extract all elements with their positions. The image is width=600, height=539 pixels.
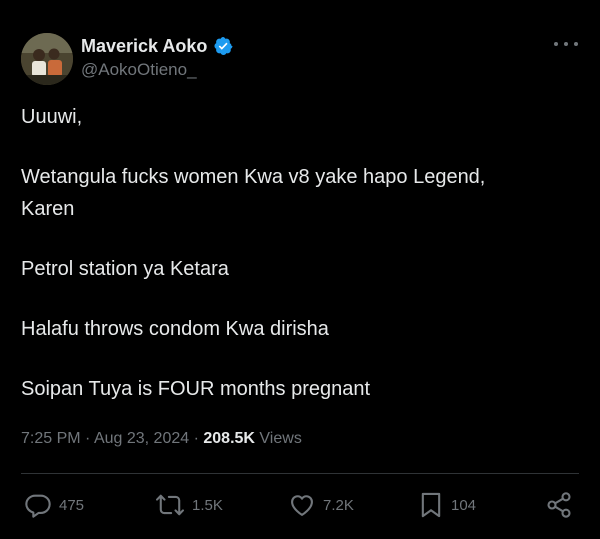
- retweet-button[interactable]: 1.5K: [155, 488, 223, 522]
- bookmark-icon: [421, 492, 441, 518]
- retweet-count: 1.5K: [192, 496, 223, 514]
- retweet-icon: [156, 494, 184, 516]
- share-button[interactable]: [545, 488, 573, 522]
- tweet-time[interactable]: 7:25 PM: [21, 430, 81, 447]
- tweet-line: Petrol station ya Ketara: [21, 258, 229, 280]
- divider: [21, 473, 579, 474]
- more-dot: [564, 42, 568, 46]
- heart-icon: [291, 495, 313, 516]
- like-count: 7.2K: [323, 496, 354, 514]
- more-dot: [554, 42, 558, 46]
- meta-separator: ·: [193, 430, 199, 447]
- tweet-line: Karen: [21, 198, 75, 220]
- tweet-date[interactable]: Aug 23, 2024: [94, 430, 189, 447]
- tweet-line: Wetangula fucks women Kwa v8 yake hapo L…: [21, 166, 486, 188]
- meta-separator: ·: [85, 430, 91, 447]
- views-count: 208.5K: [203, 430, 255, 447]
- author-handle[interactable]: @AokoOtieno_: [81, 59, 197, 81]
- reply-count: 475: [59, 496, 85, 514]
- bookmark-count: 104: [451, 496, 477, 514]
- share-icon: [547, 492, 571, 518]
- avatar-photo: [21, 33, 73, 85]
- author-name-text: Maverick Aoko: [81, 36, 208, 56]
- like-button[interactable]: 7.2K: [288, 488, 354, 522]
- views-label: Views: [259, 430, 302, 447]
- author-name[interactable]: Maverick Aoko: [81, 35, 233, 57]
- more-options-icon[interactable]: [554, 36, 578, 52]
- tweet-line: Uuuwi,: [21, 106, 83, 128]
- avatar[interactable]: [21, 33, 73, 85]
- tweet-line: Halafu throws condom Kwa dirisha: [21, 318, 329, 340]
- action-bar: 475 1.5K 7.2K 104: [0, 488, 600, 522]
- reply-icon: [25, 494, 51, 518]
- more-dot: [574, 42, 578, 46]
- verified-badge-icon: [214, 37, 233, 55]
- bookmark-button[interactable]: 104: [418, 488, 476, 522]
- reply-button[interactable]: 475: [24, 488, 84, 522]
- tweet-card: Maverick Aoko @AokoOtieno_ Uuuwi, Wetang…: [0, 0, 600, 539]
- tweet-meta: 7:25 PM · Aug 23, 2024 · 208.5K Views: [21, 428, 302, 450]
- tweet-line: Soipan Tuya is FOUR months pregnant: [21, 378, 371, 400]
